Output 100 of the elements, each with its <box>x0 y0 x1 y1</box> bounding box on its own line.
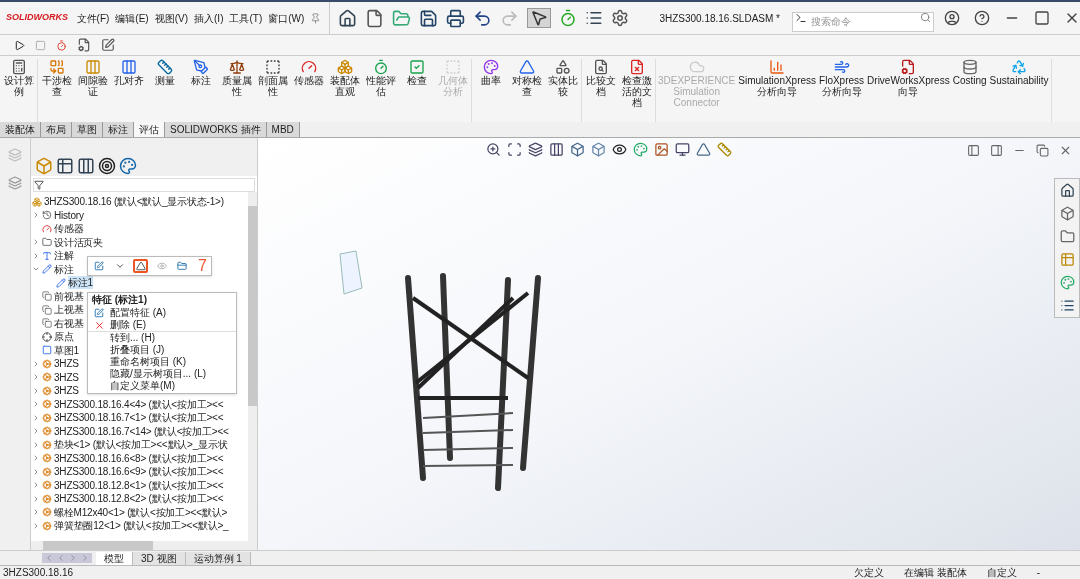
command-button[interactable]: 装配体直观 <box>328 59 361 122</box>
scrollbar[interactable] <box>248 192 257 541</box>
command-button[interactable]: Sustainability <box>989 59 1049 122</box>
menu-item[interactable]: 折叠项目 (J) <box>110 344 165 356</box>
tab[interactable]: 装配体 <box>0 122 41 137</box>
command-button[interactable]: 曲率 <box>474 59 507 122</box>
cube-icon[interactable] <box>1059 206 1075 221</box>
zoom-icon[interactable] <box>486 142 501 157</box>
print-icon[interactable] <box>446 8 466 28</box>
command-button[interactable]: 标注 <box>184 59 217 122</box>
tab[interactable]: 模型 <box>96 551 133 565</box>
restore-icon[interactable] <box>1036 144 1049 157</box>
tab[interactable]: 草图 <box>72 122 103 137</box>
pin-icon[interactable] <box>310 12 322 24</box>
delete-icon[interactable] <box>93 319 105 331</box>
tree-item[interactable]: 3HZS300.18.12.8<1> (默认<按加工><< <box>54 478 224 492</box>
measure-icon[interactable] <box>717 142 732 157</box>
play-icon[interactable] <box>14 39 25 51</box>
panel-right-icon[interactable] <box>990 144 1003 157</box>
tree-item[interactable]: 3HZS <box>54 384 79 398</box>
cube-icon[interactable] <box>591 142 606 157</box>
tree-item[interactable]: 草图1 <box>54 343 79 357</box>
tree-item[interactable]: 设计活页夹 <box>54 235 103 249</box>
command-button[interactable]: DriveWorksXpress 向导 <box>867 59 950 122</box>
list-icon[interactable] <box>1059 298 1075 313</box>
tree-item[interactable]: 前视基 <box>54 289 84 303</box>
tree-item[interactable]: 注解 <box>54 249 74 263</box>
tree-item[interactable]: 垫块<1> (默认<按加工><<默认>_显示状 <box>54 438 228 452</box>
menu-item[interactable]: 删除 (E) <box>110 319 147 331</box>
menu-item[interactable]: 重命名树项目 (K) <box>110 356 187 368</box>
tree-item[interactable]: 螺栓M12x40<1> (默认<按加工><<默认> <box>54 505 228 519</box>
folder-icon[interactable] <box>1059 229 1075 244</box>
section-view-icon[interactable] <box>549 142 564 157</box>
undo-icon[interactable] <box>473 8 493 28</box>
maximize-icon[interactable] <box>1034 10 1050 26</box>
command-button[interactable]: 检查 <box>400 59 433 122</box>
command-button[interactable]: 孔对齐 <box>112 59 145 122</box>
menu-item[interactable]: 转到... (H) <box>110 332 155 344</box>
command-button[interactable]: 检查激活的文档 <box>620 59 653 122</box>
panel-left-icon[interactable] <box>967 144 980 157</box>
menu-item[interactable]: 自定义菜单(M) <box>110 380 175 392</box>
monitor-icon[interactable] <box>675 142 690 157</box>
help-icon[interactable] <box>974 10 990 26</box>
command-button[interactable]: 测量 <box>148 59 181 122</box>
stopwatch-icon[interactable] <box>559 9 578 27</box>
home-icon[interactable] <box>1059 183 1075 198</box>
search-icon[interactable] <box>920 12 931 23</box>
menu-item[interactable]: 插入(I) <box>194 10 224 26</box>
tree-item[interactable]: 3HZS300.18.16.7<14> (默认<按加工><< <box>54 424 229 438</box>
tree-item[interactable]: 3HZS300.18.16.6<9> (默认<按加工><< <box>54 465 224 479</box>
zoom-area-icon[interactable] <box>507 142 522 157</box>
command-button[interactable]: 设计算例 <box>2 59 35 122</box>
toolbar-icon[interactable] <box>92 259 106 273</box>
command-button[interactable]: 性能评估 <box>364 59 397 122</box>
tree-item[interactable]: 标注1 <box>68 276 93 290</box>
menu-item[interactable]: 隐藏/显示树项目... (L) <box>110 368 207 380</box>
toolbar-icon[interactable] <box>175 259 190 273</box>
save-icon[interactable] <box>419 8 439 28</box>
tree-item[interactable]: 原点 <box>54 330 74 344</box>
table-icon[interactable] <box>1059 252 1075 267</box>
tab[interactable]: 运动算例 1 <box>185 551 251 565</box>
tab[interactable]: SOLIDWORKS 插件 <box>165 122 267 137</box>
tree-item[interactable]: 3HZS300.18.16 (默认<默认_显示状态-1>) <box>44 195 224 209</box>
command-button[interactable]: 间隙验证 <box>76 59 109 122</box>
command-button[interactable]: 干涉检查 <box>40 59 73 122</box>
new-document-icon[interactable] <box>365 8 385 28</box>
horizontal-scrollbar[interactable] <box>31 541 257 550</box>
menu-item[interactable]: 工具(T) <box>229 10 263 26</box>
property-sheet-icon[interactable] <box>56 157 74 175</box>
command-button[interactable]: 实体比较 <box>546 59 579 122</box>
tab[interactable]: 3D 视图 <box>133 551 186 565</box>
command-button[interactable]: Costing <box>952 59 987 122</box>
menu-item[interactable]: 编辑(E) <box>115 10 149 26</box>
menu-item[interactable]: 配置特征 (A) <box>110 307 167 319</box>
command-button[interactable]: 剖面属性 <box>256 59 289 122</box>
tab[interactable]: 评估 <box>134 122 165 137</box>
tree-item[interactable]: 3HZS300.18.12.8<2> (默认<按加工><< <box>54 492 224 506</box>
command-button[interactable]: FloXpress 分析向导 <box>819 59 865 122</box>
list-icon[interactable] <box>585 9 604 27</box>
menu-item[interactable]: 窗口(W) <box>268 10 305 26</box>
search-field[interactable]: 搜索命令 <box>792 11 934 32</box>
close-icon[interactable] <box>1059 144 1072 157</box>
settings-icon[interactable] <box>611 9 630 27</box>
tree-item[interactable]: 3HZS300.18.16.7<1> (默认<按加工><< <box>54 411 224 425</box>
tree-item[interactable]: 标注 <box>54 262 74 276</box>
macro-edit-icon[interactable] <box>101 38 115 52</box>
tree-item[interactable]: 3HZS <box>54 370 79 384</box>
cube-icon[interactable] <box>570 142 585 157</box>
tab[interactable]: 布局 <box>41 122 72 137</box>
tree-item[interactable]: 3HZS <box>54 357 79 371</box>
eye-icon[interactable] <box>612 142 627 157</box>
tree-item[interactable]: History <box>54 208 84 222</box>
tree-item[interactable]: 传感器 <box>54 222 84 236</box>
menu-item[interactable]: 视图(V) <box>154 10 189 26</box>
command-button[interactable]: 对称检查 <box>510 59 543 122</box>
tree-item[interactable]: 3HZS300.18.16.6<8> (默认<按加工><< <box>54 451 224 465</box>
menu-item[interactable]: 文件(F) <box>76 10 110 26</box>
command-button[interactable]: 传感器 <box>292 59 325 122</box>
configuration-icon[interactable] <box>77 157 95 175</box>
appearance-icon[interactable] <box>633 142 648 157</box>
